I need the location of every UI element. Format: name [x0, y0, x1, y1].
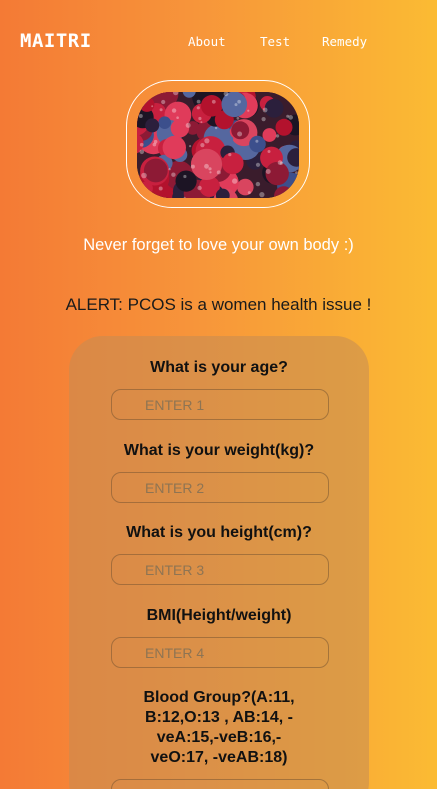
berries-illustration [137, 92, 299, 198]
berry-highlight [189, 145, 192, 148]
berry-shape [262, 128, 277, 142]
berry-highlight [236, 116, 240, 120]
nav-link-remedy[interactable]: Remedy [322, 34, 367, 49]
berry-highlight [171, 172, 176, 177]
berry-highlight [216, 170, 221, 175]
berry-highlight [247, 191, 251, 195]
berry-highlight [228, 153, 232, 157]
berry-highlight [265, 169, 271, 174]
berry-shape [170, 119, 190, 138]
pcos-test-form: What is your age? What is your weight(kg… [69, 336, 369, 789]
berry-shape [158, 116, 171, 129]
weight-input[interactable] [111, 472, 329, 503]
berry-highlight [234, 103, 238, 107]
berry-shape [145, 118, 160, 133]
age-input[interactable] [111, 389, 329, 420]
berry-highlight [204, 138, 210, 144]
berry-highlight [255, 139, 259, 143]
berries-hero-image [137, 92, 299, 198]
berry-shape [221, 152, 244, 175]
berry-highlight [151, 105, 154, 108]
berry-highlight [255, 181, 261, 187]
question-weight-label: What is your weight(kg)? [123, 442, 315, 459]
berry-highlight [161, 99, 166, 105]
berry-highlight [198, 116, 202, 121]
berry-highlight [208, 167, 212, 171]
berry-highlight [196, 106, 200, 110]
berry-shape [249, 135, 266, 153]
nav-link-about[interactable]: About [188, 34, 226, 49]
berry-highlight [176, 116, 179, 119]
berry-highlight [139, 142, 144, 147]
berry-highlight [255, 162, 261, 167]
berry-shape [200, 95, 223, 117]
berry-shape [231, 121, 250, 140]
berry-highlight [209, 171, 212, 174]
berry-highlight [185, 122, 191, 128]
berry-highlight [288, 115, 293, 120]
berry-shape [143, 158, 168, 183]
tagline-text: Never forget to love your own body :) [83, 236, 354, 254]
berry-highlight [158, 186, 163, 191]
bmi-input[interactable] [111, 637, 329, 668]
berry-highlight [275, 134, 280, 138]
pcos-alert-text: ALERT: PCOS is a women health issue ! [65, 295, 372, 314]
berry-highlight [141, 172, 147, 179]
berry-highlight [261, 117, 266, 122]
berry-shape [264, 98, 284, 118]
berry-shape [162, 135, 186, 160]
berry-highlight [153, 139, 158, 144]
berry-highlight [262, 107, 268, 113]
berry-highlight [204, 163, 209, 169]
berry-highlight [214, 126, 218, 130]
berry-shape [275, 118, 293, 136]
brand-logo[interactable]: MAITRI [20, 30, 92, 52]
berry-highlight [267, 150, 271, 153]
berry-highlight [277, 160, 283, 165]
berry-highlight [295, 171, 298, 174]
berry-highlight [232, 178, 238, 184]
berry-highlight [247, 109, 250, 112]
question-bmi-label: BMI(Height/weight) [146, 607, 292, 624]
berry-highlight [138, 114, 143, 118]
berry-highlight [237, 131, 243, 137]
blood-group-input[interactable] [111, 779, 329, 789]
berry-highlight [200, 143, 205, 148]
top-navbar: MAITRI About Test Remedy [0, 0, 437, 82]
berry-highlight [259, 192, 265, 198]
berry-highlight [139, 149, 145, 155]
berry-highlight [200, 121, 203, 124]
berry-highlight [159, 108, 163, 112]
question-age-label: What is your age? [150, 359, 288, 376]
berry-highlight [196, 99, 201, 104]
berry-shape [237, 178, 254, 196]
berry-shape [175, 170, 197, 192]
question-height-label: What is you height(cm)? [126, 524, 312, 541]
berry-highlight [183, 174, 187, 179]
berry-highlight [237, 99, 241, 104]
berry-highlight [197, 185, 202, 191]
berry-highlight [211, 99, 216, 104]
nav-link-test[interactable]: Test [260, 34, 290, 49]
berry-highlight [168, 168, 171, 171]
berry-highlight [171, 108, 177, 113]
berry-highlight [190, 164, 195, 169]
question-blood-group-label: Blood Group?(A:11, B:12,O:13 , AB:14, -v… [143, 689, 295, 766]
height-input[interactable] [111, 554, 329, 585]
